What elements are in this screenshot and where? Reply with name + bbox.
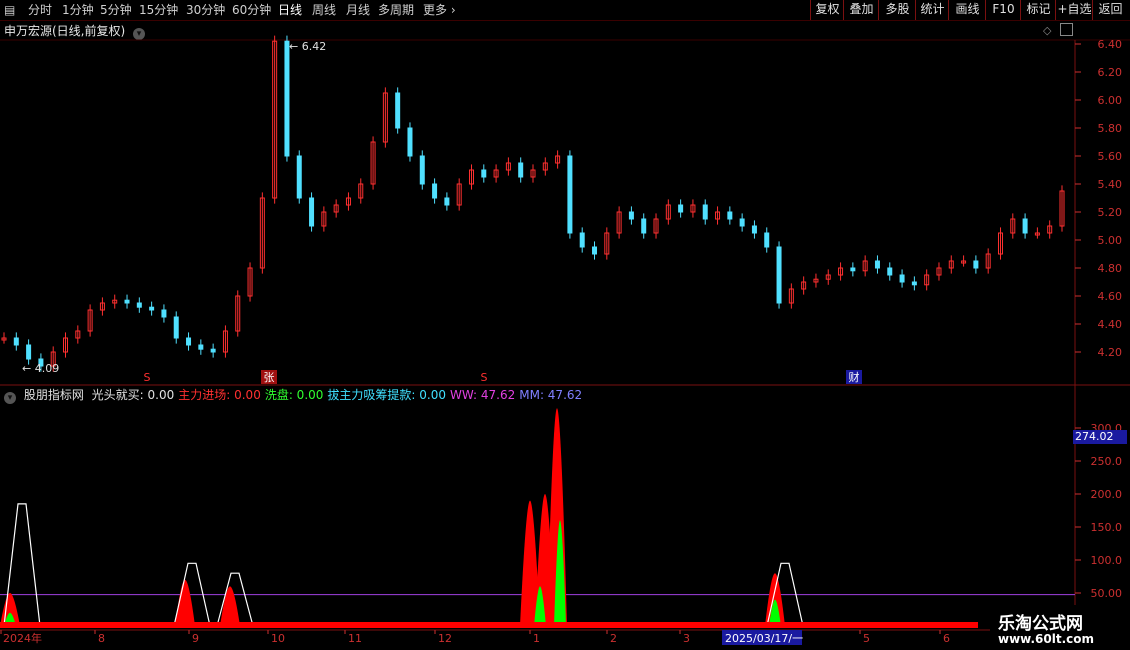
candle — [149, 306, 155, 311]
candle — [444, 197, 450, 206]
candle — [186, 337, 192, 346]
candle — [899, 274, 905, 283]
candle — [1022, 218, 1028, 234]
indicator-value: 主力进场: 0.00 — [178, 388, 261, 402]
y-tick-label: 150.0 — [1091, 521, 1123, 534]
candle — [641, 218, 647, 234]
indicator-value: 洗盘: 0.00 — [264, 388, 324, 402]
candle — [210, 348, 216, 353]
y-tick-label: 200.0 — [1091, 488, 1123, 501]
y-tick-label: 6.20 — [1098, 66, 1123, 79]
y-tick-label: 4.40 — [1098, 318, 1123, 331]
y-tick-label: 4.80 — [1098, 262, 1123, 275]
main-force-bar — [220, 586, 240, 626]
y-tick-label: 6.00 — [1098, 94, 1123, 107]
indicator-value: 光头就买: 0.00 — [91, 388, 175, 402]
candle — [173, 316, 179, 339]
candle — [592, 246, 598, 255]
candle — [13, 337, 19, 346]
candle — [136, 302, 142, 308]
current-value-badge: 274.02 — [1073, 430, 1127, 444]
candle — [518, 162, 524, 178]
candle — [567, 155, 573, 234]
x-tick-label: 2025/03/17/一 — [725, 632, 803, 645]
indicator-value: MM: 47.62 — [519, 388, 583, 402]
candle — [284, 40, 290, 157]
y-tick-label: 5.60 — [1098, 150, 1123, 163]
x-tick-label: 11 — [348, 632, 362, 645]
candle — [911, 281, 917, 286]
candle — [26, 344, 32, 360]
y-tick-label: 5.80 — [1098, 122, 1123, 135]
watermark: 乐淘公式网 www.60lt.com — [990, 605, 1130, 650]
event-marker: 张 — [264, 371, 275, 384]
x-tick-label: 9 — [192, 632, 199, 645]
watermark-url: www.60lt.com — [998, 632, 1095, 646]
candle — [124, 299, 130, 304]
x-tick-label: 8 — [98, 632, 105, 645]
candle — [702, 204, 708, 220]
x-tick-label: 2024年 — [3, 631, 42, 645]
indicator-bar: ▾ 股朋指标网 光头就买: 0.00 主力进场: 0.00 洗盘: 0.00 拔主力吸… — [0, 386, 586, 404]
candle — [419, 155, 425, 185]
baseline-band — [0, 622, 978, 628]
candle — [678, 204, 684, 213]
candle — [296, 155, 302, 199]
y-tick-label: 5.40 — [1098, 178, 1123, 191]
event-marker: S — [144, 371, 151, 384]
candle — [973, 260, 979, 269]
candle — [739, 218, 745, 227]
candle — [628, 211, 634, 220]
x-tick-label: 6 — [943, 632, 950, 645]
x-tick-label: 5 — [863, 632, 870, 645]
low-label: ← 4.09 — [22, 362, 59, 375]
candle — [579, 232, 585, 248]
event-marker: S — [481, 371, 488, 384]
y-tick-label: 250.0 — [1091, 455, 1123, 468]
candle — [751, 225, 757, 234]
y-tick-label: 6.40 — [1098, 38, 1123, 51]
x-tick-label: 10 — [271, 632, 285, 645]
candle — [198, 344, 204, 350]
price-chart: 6.40 6.20 6.00 5.80 5.60 5.40 5.20 5.00 4.80 4.60… — [0, 35, 1130, 645]
indicator-value: WW: 47.62 — [449, 388, 516, 402]
indicator-value: 拔主力吸筹提款: 0.00 — [327, 388, 446, 402]
candle — [407, 127, 413, 157]
y-tick-label: 4.60 — [1098, 290, 1123, 303]
high-label: ← 6.42 — [289, 40, 326, 53]
x-tick-label: 1 — [533, 632, 540, 645]
x-tick-label: 3 — [683, 632, 690, 645]
candle — [727, 211, 733, 220]
y-tick-label: 5.00 — [1098, 234, 1123, 247]
y-tick-label: 100.0 — [1091, 554, 1123, 567]
candle — [432, 183, 438, 199]
y-tick-label: 4.20 — [1098, 346, 1123, 359]
candle — [850, 267, 856, 272]
x-tick-label: 2 — [610, 632, 617, 645]
chevron-down-icon[interactable]: ▾ — [4, 392, 16, 404]
event-marker: 财 — [849, 370, 860, 384]
candle — [395, 92, 401, 129]
candle — [874, 260, 880, 269]
indicator-name: 股朋指标网 — [23, 388, 84, 402]
watermark-title: 乐淘公式网 — [998, 614, 1083, 634]
candle — [481, 169, 487, 178]
candle — [764, 232, 770, 248]
y-tick-label: 50.00 — [1091, 587, 1123, 600]
candle — [887, 267, 893, 276]
candle — [309, 197, 315, 227]
candle — [161, 309, 167, 318]
x-tick-label: 12 — [438, 632, 452, 645]
y-tick-label: 5.20 — [1098, 206, 1123, 219]
main-force-bar — [175, 579, 195, 626]
candle — [776, 246, 782, 304]
